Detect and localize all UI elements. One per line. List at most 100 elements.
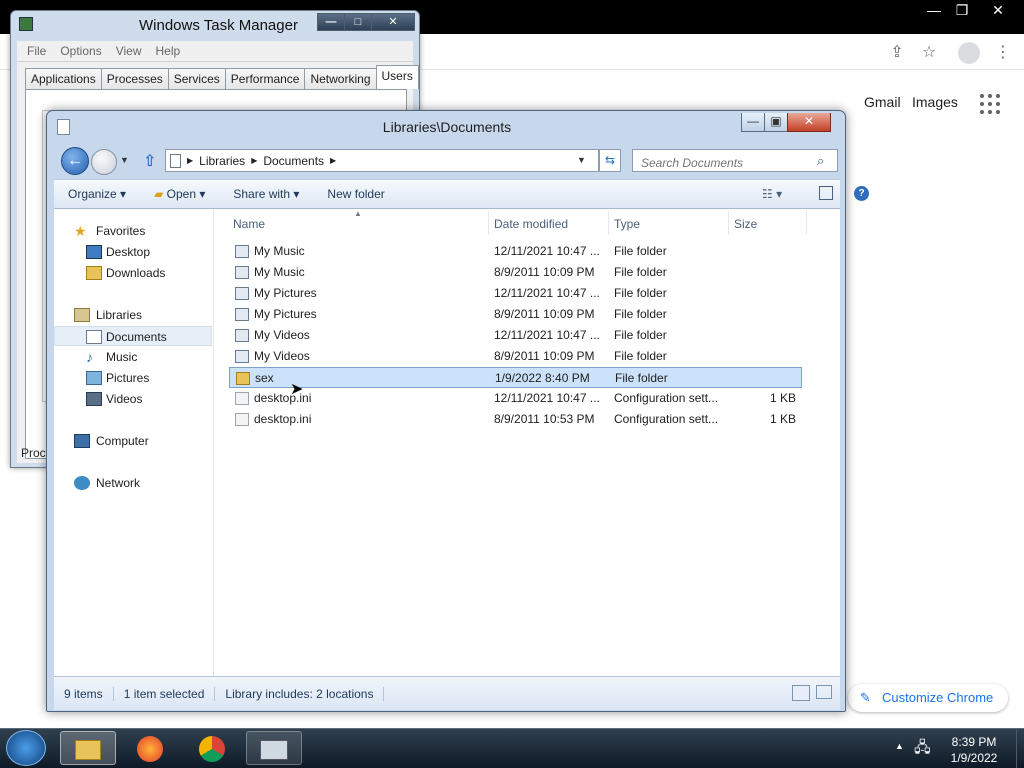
- file-row[interactable]: My Music 12/11/2021 10:47 ... File folder: [229, 241, 802, 262]
- file-row[interactable]: desktop.ini 12/11/2021 10:47 ... Configura…: [229, 388, 802, 409]
- column-separator[interactable]: [728, 211, 729, 235]
- breadcrumb-libraries[interactable]: Libraries: [199, 154, 245, 168]
- tm-menu-view[interactable]: View: [112, 44, 146, 58]
- status-bar: 9 items 1 item selected Library includes…: [54, 676, 840, 710]
- address-dropdown-icon[interactable]: ▼: [577, 155, 586, 165]
- column-separator[interactable]: [608, 211, 609, 235]
- tm-menubar: File Options View Help: [17, 41, 413, 61]
- folder-icon: [236, 372, 250, 385]
- search-icon[interactable]: ⌕: [817, 153, 824, 169]
- tab-users[interactable]: Users: [375, 65, 419, 89]
- forward-button[interactable]: [91, 149, 117, 175]
- breadcrumb-documents[interactable]: Documents: [263, 154, 324, 168]
- refresh-button[interactable]: ⇆: [599, 149, 621, 172]
- nav-desktop[interactable]: Desktop: [54, 242, 212, 262]
- taskbar-firefox-button[interactable]: [122, 731, 178, 765]
- shortcut-folder-icon: [235, 329, 249, 342]
- details-view-icon[interactable]: [792, 685, 810, 701]
- taskbar-explorer-button[interactable]: [60, 731, 116, 765]
- navigation-pane: ★ Favorites Desktop Downloads Libraries …: [54, 209, 214, 676]
- libraries-icon: [74, 308, 90, 322]
- view-options-icon[interactable]: ☷ ▾: [762, 187, 782, 201]
- folder-location-icon: [170, 153, 181, 168]
- file-row[interactable]: My Music 8/9/2011 10:09 PM File folder: [229, 262, 802, 283]
- column-separator[interactable]: [488, 211, 489, 235]
- status-library-locations[interactable]: Library includes: 2 locations: [215, 686, 385, 701]
- column-header-type[interactable]: Type: [614, 217, 640, 231]
- mouse-cursor-icon: ➤: [290, 381, 304, 398]
- shortcut-folder-icon: [235, 287, 249, 300]
- task-manager-icon: [19, 17, 33, 31]
- nav-videos[interactable]: Videos: [54, 389, 212, 409]
- recent-pages-chevron-icon[interactable]: ▼: [120, 155, 129, 165]
- open-button[interactable]: ▰ Open ▾: [140, 187, 219, 201]
- start-button[interactable]: [6, 730, 46, 766]
- column-header-name[interactable]: Name: [233, 217, 265, 231]
- network-tray-icon[interactable]: 🖧: [914, 737, 931, 762]
- preview-pane-icon[interactable]: [819, 186, 833, 200]
- show-desktop-button[interactable]: [1016, 729, 1024, 768]
- nav-favorites[interactable]: ★ Favorites: [54, 221, 212, 241]
- explorer-maximize-button[interactable]: ▣: [764, 113, 788, 132]
- share-icon[interactable]: ⇪: [886, 42, 908, 64]
- column-header-size[interactable]: Size: [734, 217, 757, 231]
- taskbar-task-manager-button[interactable]: [246, 731, 302, 765]
- back-button[interactable]: ←: [61, 147, 89, 175]
- large-icons-view-icon[interactable]: [816, 685, 832, 699]
- bookmark-star-icon[interactable]: ☆: [918, 42, 940, 64]
- nav-network[interactable]: Network: [54, 473, 212, 493]
- new-folder-button[interactable]: New folder: [313, 187, 398, 201]
- breadcrumb-separator-icon[interactable]: ▶: [330, 156, 336, 165]
- address-bar[interactable]: ▶ Libraries ▶ Documents ▶: [165, 149, 599, 172]
- organize-button[interactable]: Organize ▾: [54, 187, 140, 201]
- help-icon[interactable]: ?: [854, 186, 869, 201]
- up-arrow-icon[interactable]: ⇧: [143, 151, 156, 171]
- gmail-link[interactable]: Gmail: [864, 94, 901, 110]
- breadcrumb-separator-icon[interactable]: ▶: [251, 156, 257, 165]
- clock-date: 1/9/2022: [950, 751, 998, 765]
- nav-pictures[interactable]: Pictures: [54, 368, 212, 388]
- sort-up-icon: ▲: [354, 209, 362, 218]
- file-row-selected[interactable]: sex 1/9/2022 8:40 PM File folder: [229, 367, 802, 388]
- chrome-icon: [199, 736, 225, 763]
- file-row[interactable]: desktop.ini 8/9/2011 10:53 PM Configuratio…: [229, 409, 802, 430]
- task-manager-icon: [260, 740, 288, 761]
- shortcut-folder-icon: [235, 266, 249, 279]
- images-link[interactable]: Images: [912, 94, 958, 110]
- column-separator[interactable]: [806, 211, 807, 235]
- tm-menu-help[interactable]: Help: [152, 44, 185, 58]
- google-apps-icon[interactable]: [980, 94, 1000, 114]
- documents-icon: [86, 330, 102, 344]
- nav-computer[interactable]: Computer: [54, 431, 212, 451]
- tm-maximize-button[interactable]: □: [344, 13, 372, 31]
- explorer-close-button[interactable]: ✕: [787, 113, 831, 132]
- tm-menu-file[interactable]: File: [23, 44, 50, 58]
- taskbar-clock[interactable]: 8:39 PM 1/9/2022: [938, 734, 1010, 766]
- column-header-date[interactable]: Date modified: [494, 217, 568, 231]
- file-row[interactable]: My Videos 12/11/2021 10:47 ... File folder: [229, 325, 802, 346]
- chrome-menu-icon[interactable]: ⋮: [992, 42, 1014, 64]
- taskbar-chrome-button[interactable]: [184, 731, 240, 765]
- nav-downloads[interactable]: Downloads: [54, 263, 212, 283]
- file-row[interactable]: My Videos 8/9/2011 10:09 PM File folder: [229, 346, 802, 367]
- customize-chrome-button[interactable]: ✎ Customize Chrome: [848, 684, 1008, 712]
- profile-avatar[interactable]: [958, 42, 980, 64]
- file-row[interactable]: My Pictures 8/9/2011 10:09 PM File folder: [229, 304, 802, 325]
- nav-music[interactable]: ♪ Music: [54, 347, 212, 367]
- file-row[interactable]: My Pictures 12/11/2021 10:47 ... File fold…: [229, 283, 802, 304]
- settings-file-icon: [235, 413, 249, 426]
- videos-icon: [86, 392, 102, 406]
- tm-close-button[interactable]: ✕: [371, 13, 415, 31]
- star-icon: ★: [74, 223, 87, 239]
- nav-libraries[interactable]: Libraries: [54, 305, 212, 325]
- tm-menu-options[interactable]: Options: [56, 44, 105, 58]
- share-with-button[interactable]: Share with ▾: [219, 187, 313, 201]
- chrome-restore-button[interactable]: ❐: [944, 0, 980, 20]
- explorer-content: ★ Favorites Desktop Downloads Libraries …: [54, 209, 840, 676]
- explorer-minimize-button[interactable]: —: [741, 113, 765, 132]
- show-hidden-icons-button[interactable]: ▲: [895, 741, 904, 751]
- nav-documents[interactable]: Documents: [54, 326, 212, 346]
- chrome-close-button[interactable]: ✕: [980, 0, 1016, 20]
- search-input[interactable]: [632, 149, 838, 172]
- tm-minimize-button[interactable]: —: [317, 13, 345, 31]
